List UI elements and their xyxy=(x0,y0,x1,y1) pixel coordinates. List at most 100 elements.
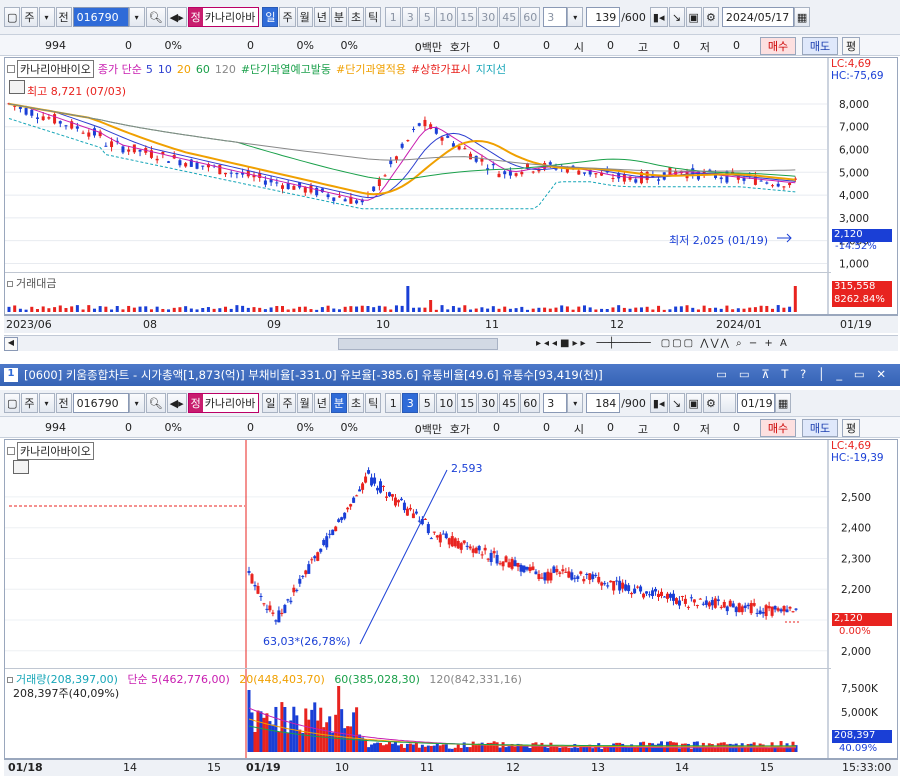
bottom-market-type-button[interactable]: 주 xyxy=(21,393,38,413)
bottom-minute-3[interactable]: 3 xyxy=(402,393,419,413)
bottom-minute-10[interactable]: 10 xyxy=(436,393,457,413)
minute-30[interactable]: 30 xyxy=(478,7,499,27)
bottom-search-icon[interactable]: 🔍︎ xyxy=(145,393,166,413)
zoom-in-icon[interactable]: ▮◂ xyxy=(649,7,668,27)
b-candle-body xyxy=(716,599,720,602)
b-candle-body xyxy=(573,577,577,579)
prefix-button[interactable]: 전 xyxy=(55,7,72,27)
count-input[interactable]: 139 xyxy=(586,7,621,27)
stock-code-input[interactable]: 016790 xyxy=(72,7,129,27)
zoom-slider[interactable]: ──┼────── xyxy=(597,338,651,349)
sell-button[interactable]: 매도 xyxy=(802,37,838,55)
period-second[interactable]: 초 xyxy=(347,7,365,27)
b-sell-button[interactable]: 매도 xyxy=(802,419,838,437)
grid-icon[interactable] xyxy=(9,80,25,94)
candle-body xyxy=(138,149,142,152)
buy-button[interactable]: 매수 xyxy=(760,37,796,55)
period-tick[interactable]: 틱 xyxy=(365,7,382,27)
bottom-interval-dropdown-icon[interactable]: ▾ xyxy=(567,393,584,413)
bottom-save-icon[interactable]: ▣ xyxy=(685,393,702,413)
chevron-down-icon[interactable]: ▾ xyxy=(38,7,55,27)
bottom-period-minute[interactable]: 분 xyxy=(330,393,347,413)
bottom-period-year[interactable]: 년 xyxy=(313,393,330,413)
b-x-label-6: 11 xyxy=(420,761,434,774)
b-open-value: 0 xyxy=(607,421,614,434)
calendar-icon[interactable]: ▦ xyxy=(793,7,811,27)
market-type-button[interactable]: 주 xyxy=(21,7,38,27)
scroll-thumb[interactable] xyxy=(338,337,498,350)
bottom-zoom-in-icon[interactable]: ▮◂ xyxy=(649,393,668,413)
bottom-period-week[interactable]: 주 xyxy=(279,393,296,413)
b-high-label: 고 xyxy=(637,423,648,436)
bottom-chart-area[interactable]: 2,5002,4002,3002,2002,1002,0007,500K5,00… xyxy=(4,439,898,759)
bottom-window-menu-icon[interactable]: ▢ xyxy=(4,393,21,413)
bottom-sound-icon[interactable]: ◀▸ xyxy=(166,393,187,413)
bottom-period-day[interactable]: 일 xyxy=(262,393,279,413)
bottom-count-input[interactable]: 184 xyxy=(586,393,621,413)
flat-button[interactable]: 평 xyxy=(842,37,860,55)
period-day[interactable]: 일 xyxy=(262,7,279,27)
minute-10[interactable]: 10 xyxy=(436,7,457,27)
chart-tools-icons[interactable]: ▢▢▢ ⋀⋁⋀ ⌕ − + A xyxy=(661,338,789,349)
date-input[interactable]: 2024/05/17 xyxy=(721,7,794,27)
b-buy-button[interactable]: 매수 xyxy=(760,419,796,437)
bottom-minute-45[interactable]: 45 xyxy=(499,393,520,413)
bottom-minute-15[interactable]: 15 xyxy=(457,393,478,413)
b-candle-body xyxy=(734,607,738,613)
b-candle-body xyxy=(737,603,741,613)
minute-45[interactable]: 45 xyxy=(499,7,520,27)
b-candle-body xyxy=(316,552,320,561)
bottom-period-month[interactable]: 월 xyxy=(296,393,313,413)
minute-5[interactable]: 5 xyxy=(419,7,436,27)
candle-body xyxy=(104,145,108,147)
minute-60[interactable]: 60 xyxy=(520,7,541,27)
bottom-minute-30[interactable]: 30 xyxy=(478,393,499,413)
window-menu-icon[interactable]: ▢ xyxy=(4,7,21,27)
b-candle-body xyxy=(671,593,675,601)
minute-3[interactable]: 3 xyxy=(402,7,419,27)
bottom-calendar-icon[interactable]: ▦ xyxy=(774,393,792,413)
bottom-minute-60[interactable]: 60 xyxy=(520,393,541,413)
bottom-interval-input[interactable]: 3 xyxy=(543,393,568,413)
bottom-code-dropdown-icon[interactable]: ▾ xyxy=(128,393,145,413)
b-flat-button[interactable]: 평 xyxy=(842,419,860,437)
bottom-stock-code-input[interactable]: 016790 xyxy=(72,393,129,413)
bottom-period-tick[interactable]: 틱 xyxy=(365,393,382,413)
bottom-period-second[interactable]: 초 xyxy=(347,393,365,413)
bottom-draw-tool-icon[interactable]: ↘ xyxy=(668,393,685,413)
legend-upper-limit: #상한가표시 xyxy=(410,63,471,76)
gear-icon[interactable]: ⚙ xyxy=(702,7,719,27)
interval-dropdown-icon[interactable]: ▾ xyxy=(567,7,584,27)
period-week[interactable]: 주 xyxy=(279,7,296,27)
minute-1[interactable]: 1 xyxy=(385,7,402,27)
b-candle-body xyxy=(325,536,329,548)
bottom-minute-1[interactable]: 1 xyxy=(385,393,402,413)
bottom-gear-icon[interactable]: ⚙ xyxy=(702,393,719,413)
period-minute[interactable]: 분 xyxy=(330,7,347,27)
bottom-chevron-down-icon[interactable]: ▾ xyxy=(38,393,55,413)
save-icon[interactable]: ▣ xyxy=(685,7,702,27)
scroll-left-icon[interactable]: ◀ xyxy=(4,336,18,351)
b-candle-body xyxy=(405,508,409,516)
bottom-date-input[interactable]: 01/19 xyxy=(736,393,775,413)
search-icon[interactable]: 🔍︎ xyxy=(145,7,166,27)
minute-15[interactable]: 15 xyxy=(457,7,478,27)
period-month[interactable]: 월 xyxy=(296,7,313,27)
code-dropdown-icon[interactable]: ▾ xyxy=(128,7,145,27)
interval-input[interactable]: 3 xyxy=(543,7,568,27)
sound-icon[interactable]: ◀▸ xyxy=(166,7,187,27)
top-chart-area[interactable]: 8,0007,0006,0005,0004,0003,0002,0001,000… xyxy=(4,57,898,315)
period-year[interactable]: 년 xyxy=(313,7,330,27)
bottom-minute-5[interactable]: 5 xyxy=(419,393,436,413)
window-controls-icons[interactable]: ▭ ▭ ⊼ T ? │ _ ▭ ✕ xyxy=(716,367,890,381)
top-scrollbar[interactable]: ◀ ▸◂◂■▸▸ ──┼────── ▢▢▢ ⋀⋁⋀ ⌕ − + A xyxy=(4,335,898,351)
b-grid-icon[interactable] xyxy=(13,460,29,474)
bottom-stock-name-box[interactable]: 정 카나리아바 xyxy=(187,393,260,413)
volume-bar xyxy=(92,308,96,312)
draw-tool-icon[interactable]: ↘ xyxy=(668,7,685,27)
bottom-checkbox[interactable] xyxy=(719,393,736,413)
playback-controls-icon[interactable]: ▸◂◂■▸▸ xyxy=(536,338,589,349)
stock-name-box[interactable]: 정 카나리아바 xyxy=(187,7,260,27)
bottom-prefix-button[interactable]: 전 xyxy=(55,393,72,413)
b-volume-bar xyxy=(468,747,472,752)
